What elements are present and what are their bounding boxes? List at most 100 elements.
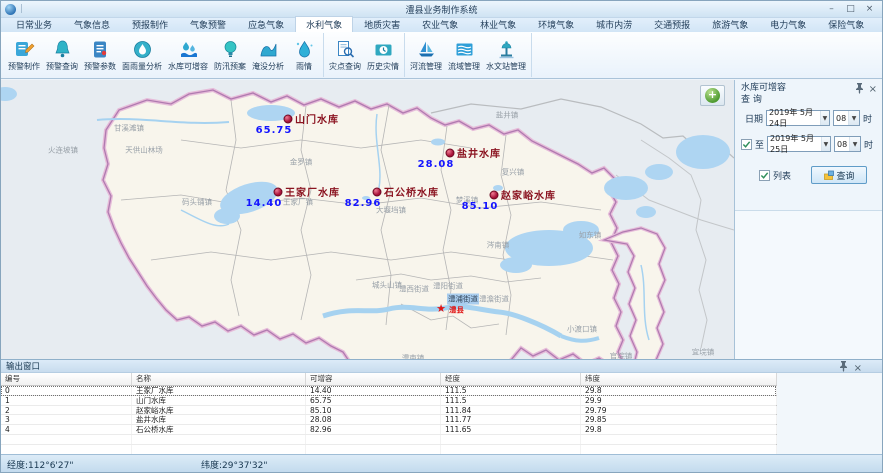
county-map-svg: [1, 80, 734, 359]
menu-tab-11[interactable]: 交通预报: [643, 16, 701, 32]
table-cell: 3: [1, 415, 132, 424]
panel-close-icon[interactable]: ×: [869, 85, 877, 95]
menu-tab-6[interactable]: 地质灾害: [353, 16, 411, 32]
table-column-header[interactable]: 经度: [441, 373, 581, 385]
menu-tab-4[interactable]: 应急气象: [237, 16, 295, 32]
map-zoom-in-button[interactable]: +: [700, 85, 725, 106]
toolbar-button-warning-bell[interactable]: 预警查询: [43, 33, 81, 77]
toolbar-group-0: 预警制作预警查询预警参数面雨量分析水库可增容防汛预案淹没分析雨情: [3, 33, 324, 77]
table-cell: 29.85: [581, 415, 777, 424]
menu-tab-7[interactable]: 农业气象: [411, 16, 469, 32]
map-place-label: 火连坡镇: [48, 145, 78, 156]
table-cell: [1, 435, 132, 444]
menu-tab-2[interactable]: 预报制作: [121, 16, 179, 32]
table-cell: [132, 445, 306, 454]
query-button[interactable]: 查询: [811, 166, 867, 184]
maximize-button[interactable]: □: [842, 3, 859, 16]
map-place-label: 澧浦街道: [447, 294, 479, 305]
table-cell: 1: [1, 396, 132, 405]
menu-tab-10[interactable]: 城市内涝: [585, 16, 643, 32]
table-row[interactable]: 1山门水库65.75111.529.9: [1, 396, 776, 406]
chevron-down-icon: ▼: [820, 111, 829, 125]
menu-tab-12[interactable]: 旅游气象: [701, 16, 759, 32]
table-column-header[interactable]: 编号: [1, 373, 132, 385]
table-column-header[interactable]: 名称: [132, 373, 306, 385]
table-row[interactable]: 4石公桥水库82.96111.6529.8: [1, 425, 776, 435]
map-place-label: 官垸镇: [610, 351, 633, 360]
toolbar-button-label: 河流管理: [410, 61, 442, 72]
toolbar-button-submerge-analysis[interactable]: 淹没分析: [249, 33, 287, 77]
table-row[interactable]: 0王家厂水库14.40111.529.8: [1, 386, 776, 396]
table-cell: 29.8: [581, 425, 777, 434]
menu-tab-5[interactable]: 水利气象: [295, 16, 353, 32]
toolbar-button-label: 防汛预案: [214, 61, 246, 72]
menu-tab-15[interactable]: 雷电预警: [875, 16, 883, 32]
menu-tab-1[interactable]: 气象信息: [63, 16, 121, 32]
status-longitude: 经度:112°6'27": [7, 458, 74, 471]
menu-tab-8[interactable]: 林业气象: [469, 16, 527, 32]
toolbar-button-label: 雨情: [296, 61, 312, 72]
reservoir-marker[interactable]: [284, 115, 293, 124]
reservoir-marker[interactable]: [373, 188, 382, 197]
toolbar-button-river-manage[interactable]: 河流管理: [407, 33, 445, 77]
table-cell: 29.9: [581, 396, 777, 405]
date-to-select[interactable]: 2019年 5月25日 ▼: [767, 136, 831, 152]
query-button-label: 查询: [837, 169, 855, 182]
table-row[interactable]: 3盐井水库28.08111.7729.85: [1, 415, 776, 425]
table-cell: 85.10: [306, 406, 441, 415]
toolbar-button-disaster-query[interactable]: 灾点查询: [326, 33, 364, 77]
table-cell: [132, 435, 306, 444]
menu-tab-0[interactable]: 日常业务: [5, 16, 63, 32]
list-checkbox[interactable]: [759, 170, 770, 181]
date-from-select[interactable]: 2019年 5月24日 ▼: [766, 110, 830, 126]
menu-tab-3[interactable]: 气象预警: [179, 16, 237, 32]
toolbar-button-reservoir-capacity[interactable]: 水库可增容: [165, 33, 211, 77]
table-cell: [441, 445, 581, 454]
menu-tab-14[interactable]: 保险气象: [817, 16, 875, 32]
toolbar-button-rain-info[interactable]: 雨情: [287, 33, 321, 77]
table-row[interactable]: 2赵家峪水库85.10111.8429.79: [1, 406, 776, 416]
reservoir-value-label: 82.96: [345, 198, 382, 209]
warning-bell-icon: [52, 39, 73, 60]
area-rain-icon: [132, 39, 153, 60]
reservoir-marker[interactable]: [274, 188, 283, 197]
output-panel-header: 输出窗口 ×: [1, 360, 882, 373]
toolbar-button-flood-plan[interactable]: 防汛预案: [211, 33, 249, 77]
hour-from-select[interactable]: 08 ▼: [833, 110, 860, 126]
hour-to-select[interactable]: 08 ▼: [834, 136, 861, 152]
toolbar-button-label: 历史灾情: [367, 61, 399, 72]
table-column-header[interactable]: 纬度: [581, 373, 777, 385]
reservoir-marker[interactable]: [446, 149, 455, 158]
toolbar-button-disaster-history[interactable]: 历史灾情: [364, 33, 402, 77]
toolbar-button-warning-edit[interactable]: 预警制作: [5, 33, 43, 77]
toolbar-button-basin-manage[interactable]: 流域管理: [445, 33, 483, 77]
app-logo-icon: [5, 4, 16, 15]
main-area: + ★ 澧县 甘溪滩镇火连坡镇天供山林场金罗镇码头铺镇王家厂镇盐井镇复兴镇梦溪镇…: [1, 80, 882, 359]
table-cell: 29.8: [581, 386, 777, 395]
toolbar-button-hydro-station[interactable]: 水文站管理: [483, 33, 529, 77]
county-seat-star-icon: ★: [436, 302, 446, 315]
map-area[interactable]: + ★ 澧县 甘溪滩镇火连坡镇天供山林场金罗镇码头铺镇王家厂镇盐井镇复兴镇梦溪镇…: [1, 80, 734, 359]
toolbar-group-2: 河流管理流域管理水文站管理: [405, 33, 532, 77]
table-cell: 赵家峪水库: [132, 406, 306, 415]
output-close-icon[interactable]: ×: [854, 363, 862, 374]
toolbar-button-area-rain[interactable]: 面雨量分析: [119, 33, 165, 77]
menu-tab-9[interactable]: 环境气象: [527, 16, 585, 32]
to-checkbox[interactable]: [741, 139, 752, 150]
map-place-label: 澧西街道: [399, 284, 429, 295]
map-place-label: 宜垸镇: [692, 347, 715, 358]
close-button[interactable]: ×: [861, 3, 878, 16]
table-cell: [581, 435, 777, 444]
window-title: 澧县业务制作系统: [1, 3, 882, 16]
river-manage-icon: [416, 39, 437, 60]
pin-icon[interactable]: [855, 83, 864, 97]
menu-tab-13[interactable]: 电力气象: [759, 16, 817, 32]
status-latitude: 纬度:29°37'32": [201, 458, 268, 471]
reservoir-marker[interactable]: [490, 191, 499, 200]
minimize-button[interactable]: –: [823, 3, 840, 16]
toolbar-button-warning-params[interactable]: 预警参数: [81, 33, 119, 77]
table-column-header[interactable]: 可增容: [306, 373, 441, 385]
reservoir-value-label: 28.08: [418, 159, 455, 170]
pin-icon[interactable]: [839, 361, 848, 375]
table-cell: [581, 445, 777, 454]
